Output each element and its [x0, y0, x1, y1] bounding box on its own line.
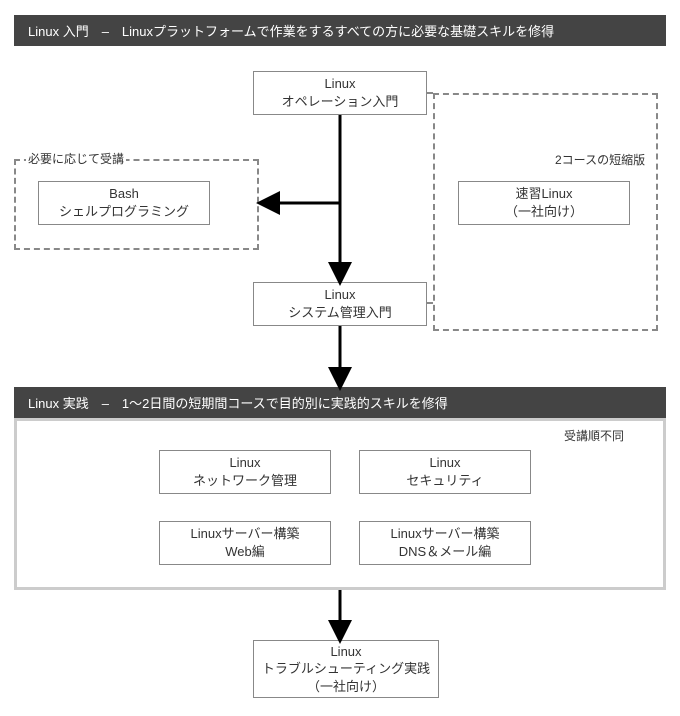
- course-line: Web編: [160, 543, 330, 561]
- course-line: シェルプログラミング: [39, 203, 209, 221]
- course-line: Linux: [254, 75, 426, 93]
- course-line: Linuxサーバー構築: [160, 525, 330, 543]
- course-security: Linux セキュリティ: [359, 450, 531, 494]
- course-line: Linux: [254, 643, 438, 661]
- course-line: Linux: [160, 454, 330, 472]
- course-line: オペレーション入門: [254, 93, 426, 111]
- course-line: DNS＆メール編: [360, 543, 530, 561]
- section-header-practice: Linux 実践 – 1～2日間の短期間コースで目的別に実践的スキルを修得: [14, 387, 666, 418]
- course-network-admin: Linux ネットワーク管理: [159, 450, 331, 494]
- label-condensed: 2コースの短縮版: [553, 151, 647, 168]
- course-linux-sysadmin-intro: Linux システム管理入門: [253, 282, 427, 326]
- label-anyorder: 受講順不同: [562, 427, 626, 444]
- course-line: セキュリティ: [360, 472, 530, 490]
- label-optional: 必要に応じて受講: [26, 150, 126, 167]
- course-line: （一社向け）: [459, 203, 629, 221]
- course-rapid-linux: 速習Linux （一社向け）: [458, 181, 630, 225]
- course-line: ネットワーク管理: [160, 472, 330, 490]
- course-troubleshooting: Linux トラブルシューティング実践 （一社向け）: [253, 640, 439, 698]
- section-header-intro: Linux 入門 – Linuxプラットフォームで作業をするすべての方に必要な基…: [14, 15, 666, 46]
- course-line: Linux: [360, 454, 530, 472]
- course-line: Bash: [39, 185, 209, 203]
- course-server-dns-mail: Linuxサーバー構築 DNS＆メール編: [359, 521, 531, 565]
- course-line: トラブルシューティング実践: [254, 660, 438, 678]
- course-line: Linuxサーバー構築: [360, 525, 530, 543]
- course-bash-shell: Bash シェルプログラミング: [38, 181, 210, 225]
- course-linux-operation-intro: Linux オペレーション入門: [253, 71, 427, 115]
- diagram-canvas: Linux 入門 – Linuxプラットフォームで作業をするすべての方に必要な基…: [0, 0, 680, 716]
- course-line: システム管理入門: [254, 304, 426, 322]
- course-server-web: Linuxサーバー構築 Web編: [159, 521, 331, 565]
- course-line: Linux: [254, 286, 426, 304]
- course-line: （一社向け）: [254, 678, 438, 696]
- course-line: 速習Linux: [459, 185, 629, 203]
